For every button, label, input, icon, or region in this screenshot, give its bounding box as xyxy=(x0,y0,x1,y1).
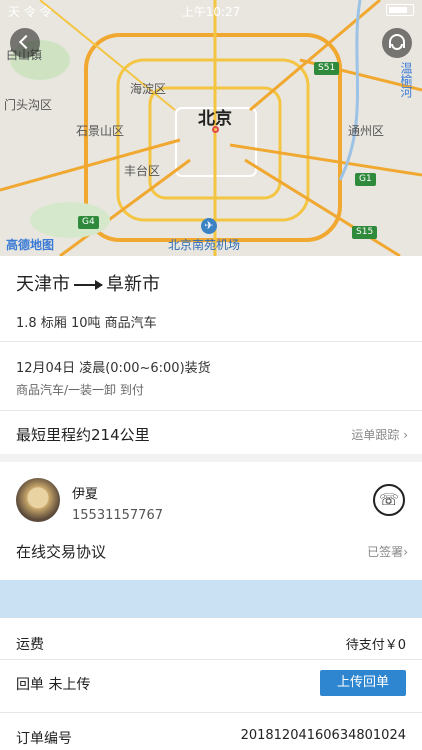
status-bar: 天 令 令 上午10:27 xyxy=(0,0,422,20)
upload-receipt-button[interactable]: 上传回单 xyxy=(320,670,406,696)
map-label-mentougou: 门头沟区 xyxy=(4,98,53,112)
route-title: 天津市 阜新市 xyxy=(16,270,422,296)
contact-phone: 15531157767 xyxy=(72,508,163,523)
route-origin: 天津市 xyxy=(16,274,70,295)
tracking-link[interactable]: 运单跟踪 › xyxy=(351,426,408,443)
customer-service-button[interactable] xyxy=(382,28,412,58)
map-label-haidian: 海淀区 xyxy=(130,82,167,96)
map-label-fengtai: 丰台区 xyxy=(124,164,161,178)
order-number: 20181204160634801024 xyxy=(240,728,406,743)
divider xyxy=(0,341,422,342)
agreement-status-link[interactable]: 已签署› xyxy=(367,543,408,560)
chevron-right-icon: › xyxy=(403,428,408,442)
route-arrow-icon xyxy=(74,280,103,290)
airport-icon: ✈ xyxy=(201,218,217,234)
section-gap xyxy=(0,454,422,462)
phone-call-icon[interactable]: ☏ xyxy=(373,484,405,516)
divider xyxy=(0,712,422,713)
agreement-status: 已签署 xyxy=(367,545,404,559)
load-time: 12月04日 凌晨(0:00~6:00)装货 xyxy=(16,361,211,376)
route-map[interactable]: 天 令 令 上午10:27 海淀区 门头沟区 石景山区 丰台区 通州区 温榆河 … xyxy=(0,0,422,256)
map-label-tongzhou: 通州区 xyxy=(348,124,385,138)
load-detail: 商品汽车/一装一卸 到付 xyxy=(16,383,144,397)
battery-icon xyxy=(386,4,414,16)
contact-name: 伊夏 xyxy=(72,487,99,502)
avatar xyxy=(16,478,60,522)
road-badge-s51: S51 xyxy=(314,62,340,75)
tracking-link-label: 运单跟踪 xyxy=(351,428,400,442)
road-badge-s15: S15 xyxy=(352,226,378,239)
city-marker-icon xyxy=(212,126,219,133)
divider xyxy=(0,410,422,411)
map-label-shijingshan: 石景山区 xyxy=(76,124,125,138)
clock: 上午10:27 xyxy=(181,5,241,19)
route-destination: 阜新市 xyxy=(106,274,160,295)
map-label-wenyu-river: 温榆河 xyxy=(399,62,413,98)
cargo-info: 1.8 标厢 10吨 商品汽车 xyxy=(16,316,157,331)
map-label-airport: 北京南苑机场 xyxy=(168,238,241,252)
chevron-right-icon: › xyxy=(403,545,408,559)
back-button[interactable] xyxy=(10,28,40,58)
map-brand-logo: 高德地图 xyxy=(6,238,55,252)
divider xyxy=(0,659,422,660)
road-badge-g1: G1 xyxy=(355,173,376,186)
back-arrow-icon xyxy=(18,34,34,50)
agreement-label: 在线交易协议 xyxy=(16,543,107,561)
freight-status: 待支付￥0 xyxy=(345,638,406,653)
info-banner xyxy=(0,580,422,618)
road-badge-g4: G4 xyxy=(78,216,99,229)
